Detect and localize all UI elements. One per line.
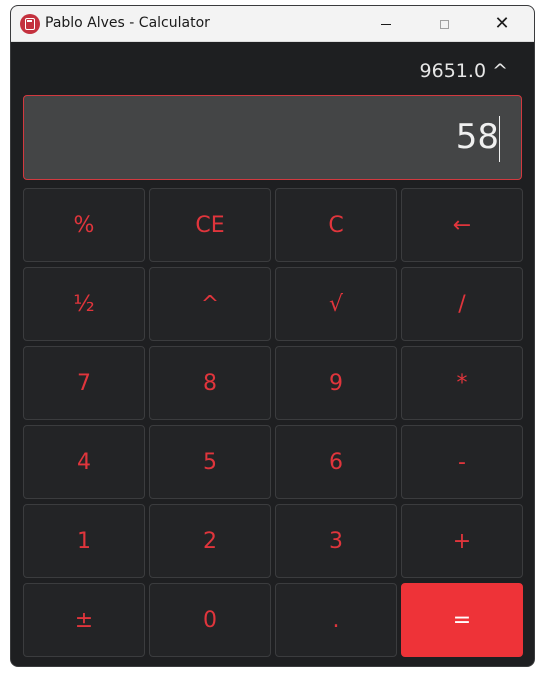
digit-5-button[interactable]: 5 [149,425,271,499]
negate-button[interactable]: ± [23,583,145,657]
half-button[interactable]: ½ [23,267,145,341]
keypad: % CE C ← ½ ^ √ / 7 8 9 * 4 5 6 - 1 2 3 +… [23,188,523,657]
history-expression[interactable]: 9651.0 ^ [420,60,508,82]
display-field[interactable]: 58 [23,95,522,180]
digit-3-button[interactable]: 3 [275,504,397,578]
add-button[interactable]: + [401,504,523,578]
power-button[interactable]: ^ [149,267,271,341]
square-root-button[interactable]: √ [275,267,397,341]
digit-2-button[interactable]: 2 [149,504,271,578]
decimal-point-button[interactable]: . [275,583,397,657]
digit-8-button[interactable]: 8 [149,346,271,420]
percent-button[interactable]: % [23,188,145,262]
close-button[interactable]: ✕ [473,6,531,42]
equals-button[interactable]: = [401,583,523,657]
close-icon: ✕ [494,13,510,34]
text-caret [499,116,500,162]
maximize-icon [439,19,449,29]
digit-4-button[interactable]: 4 [23,425,145,499]
clear-entry-button[interactable]: CE [149,188,271,262]
window-title: Pablo Alves - Calculator [45,15,210,31]
divide-button[interactable]: / [401,267,523,341]
multiply-button[interactable]: * [401,346,523,420]
calculator-window: Pablo Alves - Calculator ✕ 9651.0 ^ 58 %… [10,5,535,667]
backspace-button[interactable]: ← [401,188,523,262]
digit-6-button[interactable]: 6 [275,425,397,499]
minimize-button[interactable] [357,6,415,42]
digit-0-button[interactable]: 0 [149,583,271,657]
display-value: 58 [455,117,499,157]
calculator-icon [20,14,40,34]
digit-7-button[interactable]: 7 [23,346,145,420]
clear-button[interactable]: C [275,188,397,262]
subtract-button[interactable]: - [401,425,523,499]
digit-9-button[interactable]: 9 [275,346,397,420]
digit-1-button[interactable]: 1 [23,504,145,578]
title-bar[interactable]: Pablo Alves - Calculator ✕ [11,6,534,42]
minimize-icon [381,23,391,25]
maximize-button[interactable] [415,6,473,42]
